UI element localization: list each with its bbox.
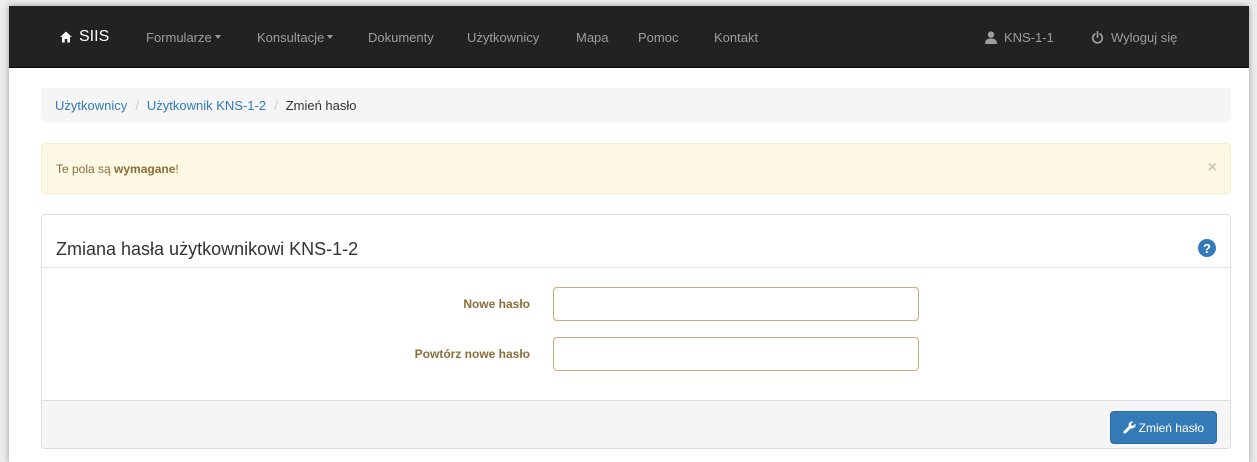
breadcrumb-link-user[interactable]: Użytkownik KNS-1-2 xyxy=(147,98,266,113)
nav-user[interactable]: KNS-1-1 xyxy=(985,6,1054,68)
nav-mapa[interactable]: Mapa xyxy=(576,6,609,68)
nav-uzytkownicy[interactable]: Użytkownicy xyxy=(467,6,539,68)
alert-text: Te pola są wymagane! xyxy=(56,162,179,176)
change-password-button[interactable]: Zmień hasło xyxy=(1109,411,1217,444)
breadcrumb-separator: / xyxy=(274,97,278,113)
new-password-label: Nowe hasło xyxy=(463,297,530,311)
nav-kontakt[interactable]: Kontakt xyxy=(714,6,758,68)
alert-suffix: ! xyxy=(175,161,179,176)
logout-link[interactable]: Wyloguj się xyxy=(1091,6,1177,68)
user-label: KNS-1-1 xyxy=(1004,29,1054,45)
nav-label: Konsultacje xyxy=(257,29,325,45)
nav-label: Użytkownicy xyxy=(467,29,540,45)
nav-label: Kontakt xyxy=(714,29,759,45)
wrench-icon xyxy=(1122,421,1136,434)
alert-strong: wymagane xyxy=(114,161,176,176)
nav-formularze[interactable]: Formularze xyxy=(146,6,221,68)
breadcrumb-link-users[interactable]: Użytkownicy xyxy=(55,98,127,113)
breadcrumb-separator: / xyxy=(135,97,139,113)
nav-label: Mapa xyxy=(576,29,609,45)
change-password-button-label: Zmień hasło xyxy=(1138,420,1204,435)
app-window: SIIS Formularze Konsultacje Dokumenty Uż… xyxy=(9,6,1249,462)
form-row-repeat-password: Powtórz nowe hasło xyxy=(42,337,1230,371)
nav-label: Formularze xyxy=(146,29,212,45)
new-password-input[interactable] xyxy=(553,287,919,321)
brand-label: SIIS xyxy=(79,28,110,45)
breadcrumb-active: Zmień hasło xyxy=(285,97,357,113)
warning-alert: Te pola są wymagane! × xyxy=(41,143,1231,194)
nav-label: Dokumenty xyxy=(368,29,434,45)
power-icon xyxy=(1091,30,1104,44)
nav-dokumenty[interactable]: Dokumenty xyxy=(368,6,434,68)
top-navbar: SIIS Formularze Konsultacje Dokumenty Uż… xyxy=(9,6,1249,68)
caret-down-icon xyxy=(214,35,221,39)
caret-down-icon xyxy=(327,35,334,39)
nav-konsultacje[interactable]: Konsultacje xyxy=(257,6,334,68)
help-icon[interactable]: ? xyxy=(1198,239,1216,257)
panel-footer: Zmień hasło xyxy=(42,400,1230,448)
repeat-password-label: Powtórz nowe hasło xyxy=(414,347,530,361)
form-row-new-password: Nowe hasło xyxy=(42,287,1230,321)
home-icon xyxy=(60,31,72,43)
alert-prefix: Te pola są xyxy=(56,161,115,176)
nav-label: Pomoc xyxy=(638,29,679,45)
close-icon[interactable]: × xyxy=(1208,160,1217,176)
user-icon xyxy=(985,30,997,44)
panel-divider xyxy=(42,267,1230,268)
brand-link[interactable]: SIIS xyxy=(60,6,109,68)
change-password-panel: Zmiana hasła użytkownikowi KNS-1-2 ? Now… xyxy=(41,214,1231,449)
breadcrumb: Użytkownicy / Użytkownik KNS-1-2 / Zmień… xyxy=(41,88,1231,122)
panel-title: Zmiana hasła użytkownikowi KNS-1-2 xyxy=(56,239,359,259)
nav-pomoc[interactable]: Pomoc xyxy=(638,6,678,68)
logout-label: Wyloguj się xyxy=(1111,29,1178,45)
repeat-password-input[interactable] xyxy=(553,337,919,371)
